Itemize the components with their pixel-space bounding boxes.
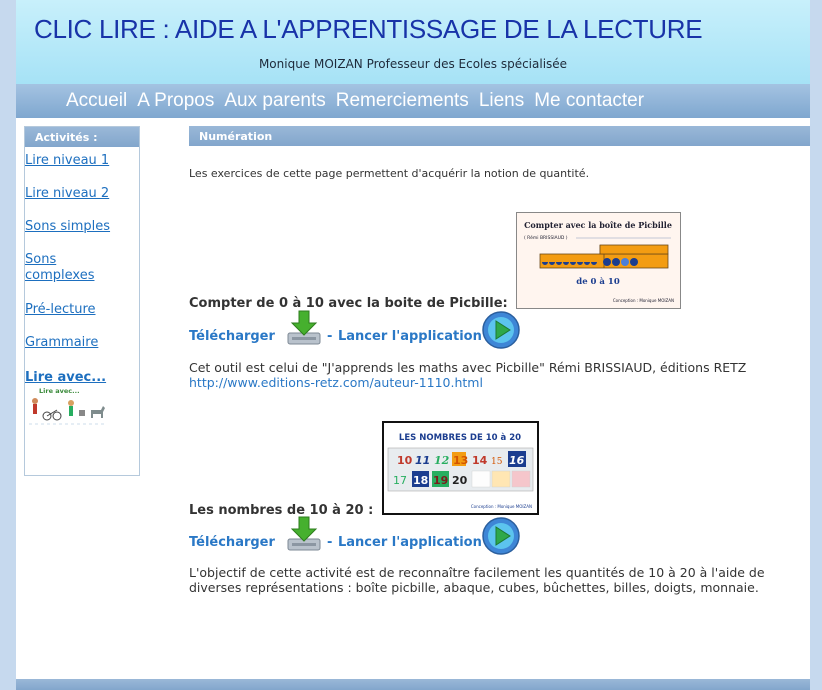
lire-avec-thumb-title: Lire avec... bbox=[39, 387, 80, 395]
download-link-nombres-10-20[interactable]: Télécharger bbox=[189, 535, 275, 550]
sidebar-item-sons-simples[interactable]: Sons simples bbox=[25, 219, 110, 235]
nombres-thumb-num-17: 17 bbox=[393, 474, 407, 487]
exercise-desc-picbille-text: Cet outil est celui de "J'apprends les m… bbox=[189, 360, 747, 375]
nombres-10-20-thumbnail-image[interactable]: LES NOMBRES DE 10 à 20 10 11 12 13 14 15… bbox=[382, 421, 539, 515]
exercise-desc-picbille: Cet outil est celui de "J'apprends les m… bbox=[189, 360, 807, 390]
action-separator: - bbox=[327, 535, 333, 550]
nombres-thumb-num-10: 10 bbox=[397, 454, 413, 467]
launch-link-nombres-10-20[interactable]: Lancer l'application bbox=[338, 535, 482, 550]
picbille-thumb-credit: Conception : Monique MOIZAN bbox=[613, 298, 674, 303]
nombres-thumb-num-11: 11 bbox=[415, 454, 430, 467]
nombres-thumb-num-12: 12 bbox=[434, 454, 450, 467]
sidebar-item-lire-avec[interactable]: Lire avec... bbox=[25, 370, 106, 385]
nombres-thumb-num-15: 15 bbox=[491, 457, 503, 467]
exercise-actions-nombres-10-20: Télécharger - Lancer l'application bbox=[189, 515, 549, 555]
nombres-thumb-num-18: 18 bbox=[413, 474, 428, 487]
exercise-actions-picbille: Télécharger - Lancer l'application bbox=[189, 309, 549, 349]
footer-bar bbox=[16, 679, 810, 690]
nav-a-propos[interactable]: A Propos bbox=[137, 90, 214, 112]
nombres-thumb-num-16: 16 bbox=[509, 454, 525, 467]
site-header: CLIC LIRE : AIDE A L'APPRENTISSAGE DE LA… bbox=[16, 0, 810, 84]
retz-author-link[interactable]: http://www.editions-retz.com/auteur-1110… bbox=[189, 375, 483, 390]
sidebar-item-grammaire[interactable]: Grammaire bbox=[25, 335, 98, 351]
lire-avec-thumbnail-image[interactable]: Lire avec... bbox=[27, 386, 111, 428]
nav-aux-parents[interactable]: Aux parents bbox=[224, 90, 325, 112]
action-separator: - bbox=[327, 329, 333, 344]
nav-remerciements[interactable]: Remerciements bbox=[336, 90, 469, 112]
site-subtitle: Monique MOIZAN Professeur des Ecoles spé… bbox=[258, 57, 568, 71]
exercise-desc-nombres-10-20: L'objectif de cette activité est de reco… bbox=[189, 565, 765, 595]
nav-me-contacter[interactable]: Me contacter bbox=[534, 90, 644, 112]
sidebar-item-pre-lecture[interactable]: Pré-lecture bbox=[25, 302, 96, 318]
nombres-thumb-num-13: 13 bbox=[453, 454, 468, 467]
play-icon[interactable] bbox=[481, 310, 521, 350]
sidebar-heading: Activités : bbox=[25, 127, 139, 147]
content-heading: Numération bbox=[189, 126, 810, 146]
sidebar: Activités : Lire niveau 1 Lire niveau 2 … bbox=[24, 126, 140, 476]
nav-accueil[interactable]: Accueil bbox=[66, 90, 127, 112]
picbille-thumb-caption: de 0 à 10 bbox=[576, 276, 620, 287]
download-link-picbille[interactable]: Télécharger bbox=[189, 329, 275, 344]
nombres-thumb-num-19: 19 bbox=[433, 474, 448, 487]
sidebar-item-lire-niveau-1[interactable]: Lire niveau 1 bbox=[25, 153, 109, 169]
nombres-thumb-num-14: 14 bbox=[472, 454, 488, 467]
nombres-thumb-num-20: 20 bbox=[452, 474, 468, 487]
nombres-thumb-title: LES NOMBRES DE 10 à 20 bbox=[399, 433, 521, 443]
nombres-thumb-credit: Conception : Monique MOIZAN bbox=[471, 504, 532, 509]
picbille-thumbnail-image[interactable]: Compter avec la boîte de Picbille ( Rémi… bbox=[516, 212, 681, 309]
sidebar-item-lire-niveau-2[interactable]: Lire niveau 2 bbox=[25, 186, 109, 202]
site-title: CLIC LIRE : AIDE A L'APPRENTISSAGE DE LA… bbox=[34, 14, 703, 44]
download-icon[interactable] bbox=[285, 309, 323, 347]
sidebar-item-sons-complexes[interactable]: Sons complexes bbox=[25, 252, 115, 284]
picbille-thumb-author: ( Rémi BRISSIAUD ) bbox=[524, 234, 568, 241]
launch-link-picbille[interactable]: Lancer l'application bbox=[338, 329, 482, 344]
nav-liens[interactable]: Liens bbox=[479, 90, 524, 112]
download-icon[interactable] bbox=[285, 515, 323, 553]
play-icon[interactable] bbox=[481, 516, 521, 556]
picbille-thumb-title: Compter avec la boîte de Picbille bbox=[524, 220, 672, 230]
main-nav: Accueil A Propos Aux parents Remerciemen… bbox=[16, 84, 810, 118]
intro-text: Les exercices de cette page permettent d… bbox=[189, 167, 590, 180]
page: CLIC LIRE : AIDE A L'APPRENTISSAGE DE LA… bbox=[16, 0, 810, 690]
